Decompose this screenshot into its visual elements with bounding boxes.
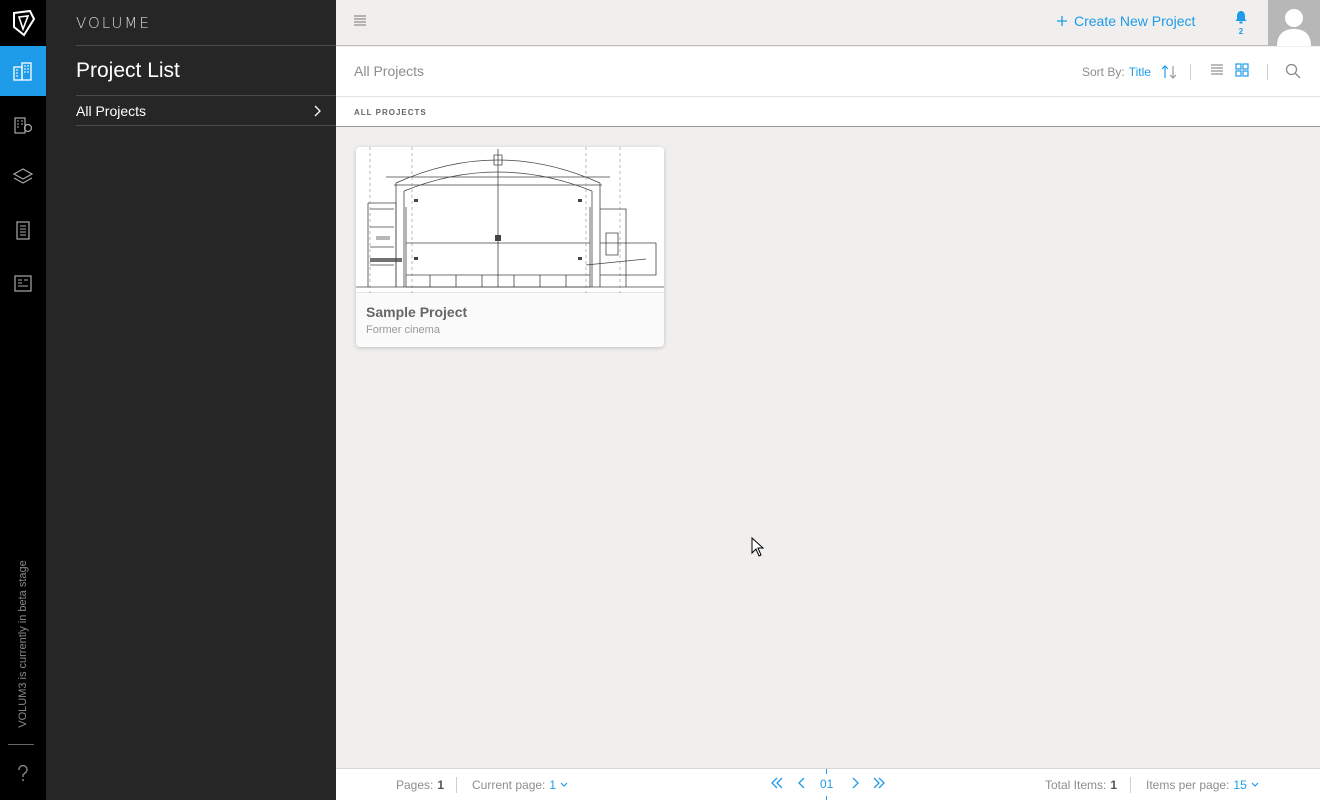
chevron-right-icon [852,777,859,789]
page-indicator-mark [826,769,827,774]
breadcrumb: All Projects [354,63,425,79]
double-chevron-right-icon [873,777,885,789]
sort-label: Sort By: [1082,65,1125,79]
sidebar-title: Project List [76,46,336,96]
search-button[interactable] [1285,63,1301,84]
double-chevron-left-icon [771,777,783,789]
notifications-button[interactable]: 2 [1232,10,1250,36]
chevron-right-icon [314,105,321,116]
current-page-label: Current page: [472,778,546,792]
menu-button[interactable] [353,14,367,33]
rail-projects-button[interactable] [0,46,46,96]
notification-count: 2 [1238,27,1244,36]
footer-divider [456,777,457,793]
total-items-label: Total Items: [1045,778,1107,792]
clipboard-icon [16,221,30,240]
help-icon [18,764,28,781]
pagination-footer: Pages: 1 Current page: 1 01 Total Items:… [336,768,1320,800]
sub-header: All Projects Sort By: Title [336,47,1320,97]
list-view-icon [1211,64,1223,75]
project-name: Sample Project [366,304,468,320]
mouse-cursor [751,536,765,562]
beta-text: VOLUM3 is currently in beta stage [17,560,29,728]
plus-icon [1057,16,1067,26]
avatar[interactable] [1268,0,1320,46]
footer-divider [1130,777,1131,793]
sidebar-item-label: All Projects [76,102,147,119]
pointer-cursor-icon [751,536,765,557]
items-per-page-dropdown[interactable]: 15 [1233,778,1246,792]
top-bar: Create New Project 2 [336,0,1320,46]
brand-wordmark: VOLUME [76,0,336,46]
hamburger-icon [354,15,366,26]
create-project-button[interactable]: Create New Project [1056,13,1195,29]
toolbar-divider [1267,64,1268,80]
help-button[interactable] [0,764,46,782]
app-logo[interactable] [0,0,46,46]
rail-assets-button[interactable] [0,99,46,149]
last-page-button[interactable] [872,776,886,793]
create-project-label: Create New Project [1074,13,1196,29]
page-indicator-mark [826,796,827,800]
layers-icon [12,168,34,184]
section-drawing-image [356,147,664,293]
sort-field-dropdown[interactable]: Title [1129,65,1151,79]
project-card[interactable]: Sample Project Former cinema [356,147,664,347]
project-sidebar: VOLUME Project List All Projects [46,0,336,800]
toolbar-divider [1190,64,1191,80]
total-items-value: 1 [1110,778,1118,792]
user-avatar-icon [1277,9,1311,46]
total-items-info: Total Items: 1 [1045,778,1117,792]
section-header: ALL PROJECTS [336,97,1320,127]
current-page-info: Current page: 1 [472,778,568,792]
rail-layers-button[interactable] [0,152,46,202]
prev-page-button[interactable] [797,776,807,793]
sort-direction-icon[interactable] [1161,65,1177,79]
chevron-left-icon [798,777,805,789]
building-gear-icon [14,117,33,134]
rail-checklist-button[interactable] [0,205,46,255]
section-label: ALL PROJECTS [354,108,427,117]
items-per-page-label: Items per page: [1146,778,1230,792]
sidebar-item-all-projects[interactable]: All Projects [76,96,336,126]
project-thumbnail [356,147,664,293]
beta-notice: VOLUM3 is currently in beta stage [5,550,41,730]
search-icon [1285,63,1301,79]
list-view-button[interactable] [1210,63,1224,82]
sort-control: Sort By: Title [1082,65,1177,79]
chevron-down-icon [560,782,568,787]
pages-info: Pages: 1 [396,778,444,792]
current-page-dropdown[interactable]: 1 [549,778,556,792]
rail-reports-button[interactable] [0,258,46,308]
report-icon [14,275,32,292]
project-description: Former cinema [366,324,440,336]
next-page-button[interactable] [850,776,860,793]
page-number[interactable]: 01 [820,777,833,791]
grid-view-button[interactable] [1235,63,1249,82]
bell-icon [1235,11,1247,24]
volume-logo-icon [13,9,36,37]
buildings-icon [13,62,32,81]
grid-view-icon [1235,63,1249,77]
first-page-button[interactable] [770,776,784,793]
pages-label: Pages: [396,778,434,792]
rail-divider [8,744,34,745]
chevron-down-icon [1251,782,1259,787]
pages-value: 1 [437,778,445,792]
items-per-page-info: Items per page: 15 [1146,778,1259,792]
icon-rail: VOLUM3 is currently in beta stage [0,0,46,800]
